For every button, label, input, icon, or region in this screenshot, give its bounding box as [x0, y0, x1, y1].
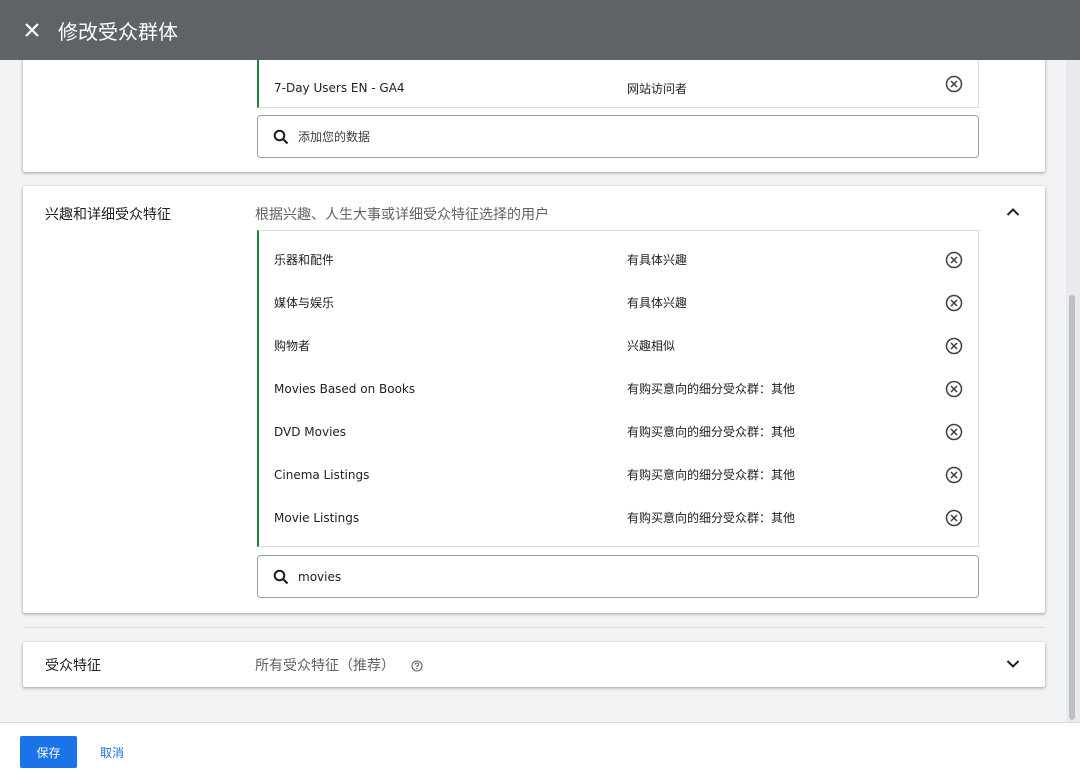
demographics-description: 所有受众特征（推荐） — [255, 658, 395, 674]
dialog-title: 修改受众群体 — [58, 19, 178, 44]
list-item: DVD Movies 有购买意向的细分受众群：其他 — [259, 410, 978, 453]
audience-type: 有购买意向的细分受众群：其他 — [627, 468, 796, 482]
scrollbar-thumb[interactable] — [1069, 295, 1075, 720]
list-item: 购物者 兴趣相似 — [259, 324, 978, 367]
audience-type: 网站访问者 — [627, 81, 688, 96]
list-item: Movies Based on Books 有购买意向的细分受众群：其他 — [259, 367, 978, 410]
audience-name: Movies Based on Books — [274, 381, 416, 396]
list-item: Cinema Listings 有购买意向的细分受众群：其他 — [259, 453, 978, 496]
your-data-search[interactable] — [257, 115, 979, 158]
audience-type: 有购买意向的细分受众群：其他 — [627, 425, 796, 439]
your-data-search-input[interactable] — [298, 129, 898, 144]
interests-label: 兴趣和详细受众特征 — [45, 207, 171, 223]
help-icon[interactable] — [411, 660, 424, 672]
demographics-description-wrap: 所有受众特征（推荐） — [255, 655, 424, 675]
interests-search[interactable] — [257, 555, 979, 598]
audience-name: Movie Listings — [274, 510, 360, 525]
search-icon — [272, 128, 290, 146]
audience-name: DVD Movies — [274, 424, 347, 439]
list-item: 7-Day Users EN - GA4 网站访问者 — [259, 60, 978, 109]
close-icon[interactable] — [20, 18, 44, 42]
interests-description: 根据兴趣、人生大事或详细受众特征选择的用户 — [255, 207, 549, 223]
save-button[interactable]: 保存 — [20, 736, 77, 768]
audience-name: 乐器和配件 — [274, 253, 335, 267]
audience-type: 有购买意向的细分受众群：其他 — [627, 511, 796, 525]
dialog-content: 7-Day Users EN - GA4 网站访问者 兴趣和详细受众特征 根据兴… — [0, 60, 1074, 722]
interests-selected-list: 乐器和配件 有具体兴趣 媒体与娱乐 有具体兴趣 购物者 兴趣相似 Movies … — [257, 230, 979, 547]
audience-name: Cinema Listings — [274, 467, 370, 482]
list-item: 媒体与娱乐 有具体兴趣 — [259, 281, 978, 324]
remove-icon[interactable] — [943, 421, 965, 443]
audience-type: 兴趣相似 — [627, 339, 676, 353]
remove-icon[interactable] — [943, 73, 965, 95]
interests-search-input[interactable] — [298, 569, 898, 584]
chevron-up-icon[interactable] — [1001, 200, 1025, 224]
audience-type: 有具体兴趣 — [627, 296, 688, 310]
interests-card: 兴趣和详细受众特征 根据兴趣、人生大事或详细受众特征选择的用户 乐器和配件 有具… — [23, 186, 1045, 613]
demographics-card[interactable]: 受众特征 所有受众特征（推荐） — [23, 642, 1045, 687]
audience-type: 有具体兴趣 — [627, 253, 688, 267]
audience-name: 7-Day Users EN - GA4 — [274, 81, 405, 95]
dialog-header: 修改受众群体 — [0, 0, 1080, 60]
audience-type: 有购买意向的细分受众群：其他 — [627, 382, 796, 396]
cancel-button[interactable]: 取消 — [90, 736, 134, 768]
list-item: 乐器和配件 有具体兴趣 — [259, 238, 978, 281]
your-data-card: 7-Day Users EN - GA4 网站访问者 — [23, 60, 1045, 172]
list-item: Movie Listings 有购买意向的细分受众群：其他 — [259, 496, 978, 539]
remove-icon[interactable] — [943, 464, 965, 486]
remove-icon[interactable] — [943, 378, 965, 400]
audience-name: 媒体与娱乐 — [274, 296, 335, 310]
remove-icon[interactable] — [943, 292, 965, 314]
demographics-label: 受众特征 — [45, 658, 101, 674]
dialog-footer: 保存 取消 — [0, 722, 1080, 784]
remove-icon[interactable] — [943, 507, 965, 529]
remove-icon[interactable] — [943, 249, 965, 271]
search-icon — [272, 568, 290, 586]
chevron-down-icon[interactable] — [1001, 652, 1025, 676]
your-data-selected-list: 7-Day Users EN - GA4 网站访问者 — [257, 60, 979, 108]
audience-name: 购物者 — [274, 339, 311, 353]
divider — [23, 627, 1045, 628]
remove-icon[interactable] — [943, 335, 965, 357]
